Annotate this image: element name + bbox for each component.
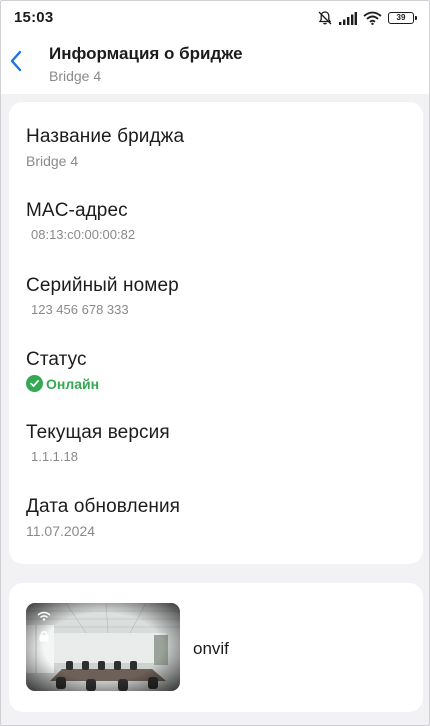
status-item: Статус Онлайн <box>26 349 99 392</box>
status-bar: 15:03 39 <box>0 0 430 36</box>
bridge-info-card: Название бриджа Bridge 4 MAC-адрес 08:13… <box>9 102 423 564</box>
serial-number-item: Серийный номер 123 456 678 333 <box>26 275 179 317</box>
status-icons: 39 <box>317 9 417 27</box>
chevron-left-icon <box>9 49 23 78</box>
mac-address-value: 08:13:c0:00:00:82 <box>31 227 136 242</box>
page-title: Информация о бридже <box>49 44 243 63</box>
current-version-value: 1.1.1.18 <box>31 449 78 464</box>
camera-name: onvif <box>193 639 229 658</box>
battery-icon: 39 <box>388 12 417 24</box>
back-button[interactable] <box>4 48 28 78</box>
wifi-icon <box>37 608 51 626</box>
serial-number-label: Серийный номер <box>26 275 179 296</box>
bell-off-icon <box>317 10 333 26</box>
bridge-name-label: Название бриджа <box>26 126 185 147</box>
bridge-name-value: Bridge 4 <box>26 153 79 169</box>
check-circle-icon <box>26 375 43 392</box>
page-subtitle: Bridge 4 <box>49 68 102 84</box>
mac-address-item: MAC-адрес 08:13:c0:00:00:82 <box>26 200 135 242</box>
wifi-icon <box>363 11 382 25</box>
mac-address-label: MAC-адрес <box>26 200 128 221</box>
status-badge: Онлайн <box>26 375 99 392</box>
current-version-label: Текущая версия <box>26 422 170 443</box>
camera-thumbnail[interactable] <box>26 603 180 691</box>
camera-card[interactable]: onvif <box>9 583 423 712</box>
update-date-label: Дата обновления <box>26 496 181 517</box>
status-label: Статус <box>26 349 87 370</box>
bridge-name-item: Название бриджа Bridge 4 <box>26 126 184 169</box>
header: Информация о бридже Bridge 4 <box>0 36 430 94</box>
update-date-item: Дата обновления 11.07.2024 <box>26 496 180 539</box>
serial-number-value: 123 456 678 333 <box>31 302 129 317</box>
camera-signal-badge <box>34 608 54 642</box>
current-version-item: Текущая версия 1.1.1.18 <box>26 422 170 464</box>
update-date-value: 11.07.2024 <box>26 523 96 539</box>
lock-icon <box>38 629 50 647</box>
status-value: Онлайн <box>46 375 100 392</box>
signal-icon <box>339 11 357 25</box>
status-time: 15:03 <box>14 9 54 26</box>
